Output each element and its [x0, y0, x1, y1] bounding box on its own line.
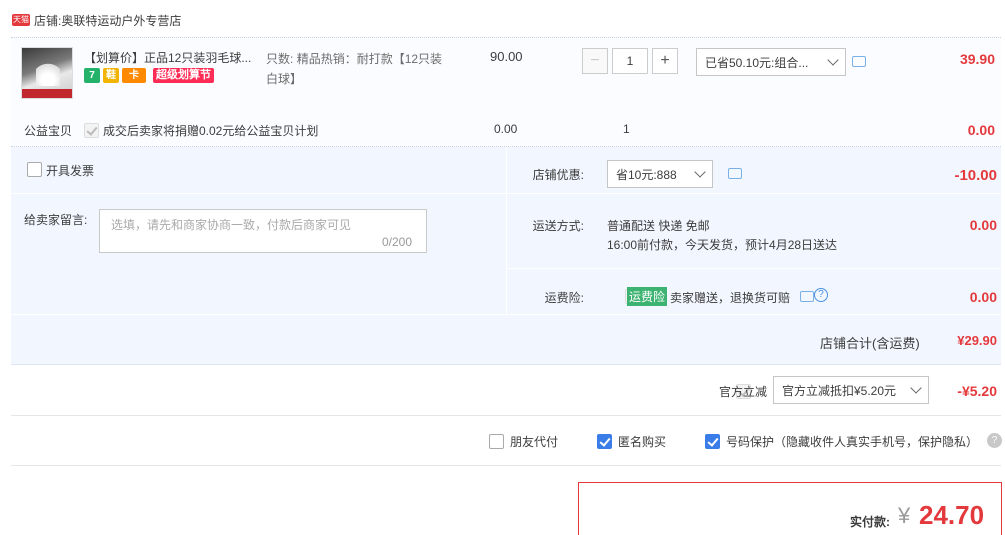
chat-icon[interactable] [800, 291, 814, 302]
store-prefix: 店铺: [34, 13, 62, 28]
payment-amount: 24.70 [919, 500, 985, 530]
help-icon[interactable]: ? [987, 433, 1002, 448]
shop-discount-value: 省10元:888 [616, 167, 677, 182]
store-header: 天猫 店铺: 奥联特运动户外专营店 [12, 10, 181, 30]
shuttlecock-image [36, 56, 60, 86]
shop-discount-label: 店铺优惠: [532, 168, 584, 182]
charity-text: 成交后卖家将捐赠0.02元给公益宝贝计划 [103, 124, 319, 138]
item-subtotal: 39.90 [959, 51, 995, 67]
product-title-link[interactable]: 【划算价】正品12只装羽毛球... [84, 49, 260, 66]
message-char-count: 0/200 [382, 235, 413, 249]
official-discount-amount: -¥5.20 [957, 383, 997, 399]
friend-pay-option[interactable]: 朋友代付 [489, 433, 558, 450]
tmall-logo-icon: 天猫 [12, 14, 30, 26]
shop-discount-amount: -10.00 [954, 167, 997, 184]
insurance-label: 运费险: [544, 291, 584, 305]
invoice-label[interactable]: 开具发票 [46, 162, 94, 179]
sku-label: 只数: [266, 52, 294, 66]
payment-label: 实付款: [850, 515, 890, 529]
charity-price: 0.00 [494, 122, 518, 136]
store-name-link[interactable]: 奥联特运动户外专营店 [61, 12, 181, 29]
quantity-minus-button[interactable]: − [582, 48, 608, 74]
promo-tag: 超级划算节 [153, 68, 214, 83]
chat-icon[interactable] [852, 56, 866, 67]
charity-qty: 1 [623, 122, 630, 136]
friend-pay-label[interactable]: 朋友代付 [510, 433, 558, 450]
quantity-input[interactable]: 1 [612, 48, 648, 74]
shipping-label: 运送方式: [532, 219, 584, 233]
privacy-option[interactable]: 号码保护（隐藏收件人真实手机号，保护隐私） [705, 433, 978, 450]
insurance-tag: 运费险 [627, 287, 668, 306]
section-divider [11, 465, 1001, 466]
panel-divider [506, 193, 1001, 194]
thumbnail-banner [22, 89, 72, 98]
anonymous-option[interactable]: 匿名购买 [597, 433, 666, 450]
bundle-discount-select[interactable]: 已省50.10元:组合... [696, 48, 846, 76]
shop-discount-select[interactable]: 省10元:888 [607, 160, 713, 188]
quantity-plus-button[interactable]: + [652, 48, 678, 74]
section-divider [11, 415, 1001, 416]
message-label: 给卖家留言: [24, 213, 88, 227]
official-discount-value: 官方立减抵扣¥5.20元 [782, 383, 897, 398]
privacy-checkbox[interactable] [705, 434, 720, 449]
shipping-eta: 16:00前付款，今天发货，预计4月28日送达 [607, 238, 838, 252]
insurance-amount: 0.00 [969, 289, 997, 305]
anonymous-label[interactable]: 匿名购买 [618, 433, 666, 450]
panel-divider [11, 314, 1001, 315]
chevron-down-icon [827, 54, 839, 66]
help-icon[interactable]: ? [814, 288, 828, 302]
currency-symbol: ¥ [898, 503, 911, 528]
charity-checkbox [84, 123, 99, 138]
panel-divider [506, 147, 507, 314]
chevron-down-icon [910, 382, 922, 394]
charity-amount: 0.00 [967, 122, 995, 138]
shipping-amount: 0.00 [969, 217, 997, 233]
sku-info: 只数: 精品热销：耐打款【12只装白球】 [266, 49, 446, 89]
credit-card-icon[interactable]: 卡 [122, 68, 146, 83]
panel-divider [11, 193, 506, 194]
seven-day-return-icon[interactable]: 7 [84, 68, 100, 83]
official-discount-select[interactable]: 官方立减抵扣¥5.20元 [773, 376, 929, 404]
bundle-discount-value: 已省50.10元:组合... [705, 55, 809, 70]
store-total-label: 店铺合计(含运费) [820, 336, 920, 351]
product-thumbnail[interactable] [21, 47, 73, 99]
chat-icon[interactable] [728, 168, 742, 179]
product-badges: 7 鞋 卡 超级划算节 [84, 68, 214, 83]
privacy-label[interactable]: 号码保护（隐藏收件人真实手机号，保护隐私） [726, 433, 978, 450]
panel-divider [506, 268, 1001, 269]
sku-value: 精品热销：耐打款【12只装白球】 [266, 52, 443, 86]
insurance-text: 卖家赠送，退换货可赔 [670, 291, 791, 305]
shipping-method: 普通配送 快递 免邮 [607, 219, 710, 233]
anonymous-checkbox[interactable] [597, 434, 612, 449]
guarantee-icon[interactable]: 鞋 [103, 68, 119, 83]
invoice-checkbox[interactable] [27, 162, 42, 177]
unit-price: 90.00 [490, 49, 523, 64]
store-total-value: ¥29.90 [957, 333, 997, 348]
quantity-stepper: − 1 + [582, 48, 678, 74]
charity-label: 公益宝贝 [24, 124, 73, 138]
official-discount-label: 官方立减 [719, 385, 768, 399]
chevron-down-icon [694, 166, 706, 178]
friend-pay-checkbox[interactable] [489, 434, 504, 449]
message-placeholder: 选填，请先和商家协商一致，付款后商家可见 [111, 218, 352, 232]
